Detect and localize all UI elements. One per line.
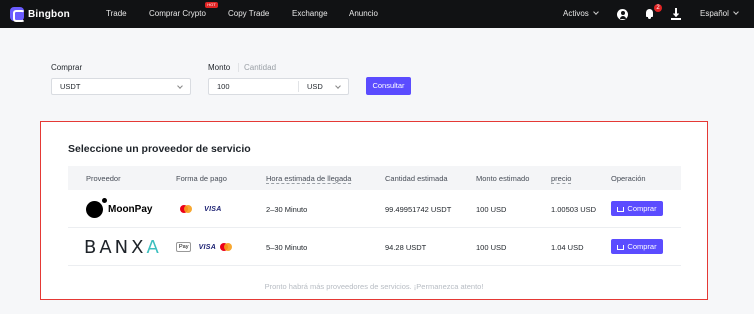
- applepay-icon: Pay: [176, 242, 192, 253]
- consult-button[interactable]: Consultar: [366, 77, 411, 95]
- price-cell: 1.00503 USD: [551, 205, 597, 214]
- buy-label: Comprar: [51, 63, 83, 72]
- language-menu[interactable]: Español: [700, 9, 739, 18]
- quantity-cell: 99.49951742 USDT: [385, 205, 452, 214]
- chevron-down-icon: [592, 9, 599, 15]
- amount-label: Monto: [208, 63, 231, 72]
- col-provider: Proveedor: [86, 174, 121, 183]
- quantity-cell: 94.28 USDT: [385, 243, 427, 252]
- assets-menu[interactable]: Activos: [563, 9, 599, 18]
- amount-input[interactable]: 100 USD: [208, 78, 349, 95]
- top-nav: Bingbon Trade Comprar Crypto HOT Copy Tr…: [0, 0, 754, 28]
- language-label: Español: [700, 9, 729, 18]
- brand-logo[interactable]: Bingbon: [10, 6, 70, 22]
- visa-icon: VISA: [198, 243, 217, 251]
- moonpay-logo: MoonPay: [86, 197, 153, 218]
- table-row: MoonPay VISA 2–30 Minuto 99.49951742 USD…: [68, 190, 681, 228]
- buy-button[interactable]: Comprar: [611, 239, 663, 254]
- providers-card: Seleccione un proveedor de servicio Prov…: [49, 128, 699, 295]
- banxa-logo: BANXA: [84, 237, 162, 258]
- cart-icon: [617, 207, 625, 212]
- eta-cell: 2–30 Minuto: [266, 205, 308, 214]
- crypto-select-value: USDT: [60, 82, 81, 91]
- col-price: precio: [551, 174, 572, 184]
- visa-icon: VISA: [204, 205, 222, 213]
- field-divider: [298, 81, 299, 92]
- amount-value: 100: [217, 82, 230, 91]
- download-icon[interactable]: [671, 8, 681, 20]
- buy-button[interactable]: Comprar: [611, 201, 663, 216]
- logo-icon: [10, 7, 25, 22]
- table-header: Proveedor Forma de pago Hora estimada de…: [68, 166, 681, 190]
- payment-methods: VISA: [180, 204, 222, 214]
- notification-badge: 2: [654, 4, 662, 12]
- providers-panel: Seleccione un proveedor de servicio Prov…: [40, 121, 708, 300]
- chevron-down-icon: [733, 9, 739, 15]
- brand-name: Bingbon: [28, 8, 70, 20]
- crypto-select[interactable]: USDT: [51, 78, 191, 95]
- col-eta: Hora estimada de llegada: [266, 174, 352, 184]
- nav-trade[interactable]: Trade: [106, 9, 127, 18]
- nav-copy-trade[interactable]: Copy Trade: [228, 9, 269, 18]
- buy-button-label: Comprar: [627, 242, 657, 251]
- nav-anuncio[interactable]: Anuncio: [349, 9, 378, 18]
- currency-select[interactable]: USD: [307, 79, 323, 94]
- buy-button-label: Comprar: [627, 204, 657, 213]
- label-divider: [238, 63, 239, 72]
- chevron-down-icon: [177, 83, 183, 89]
- col-payment: Forma de pago: [176, 174, 227, 183]
- footer-note: Pronto habrá más proveedores de servicio…: [264, 282, 484, 291]
- amount-cell: 100 USD: [476, 205, 507, 214]
- chevron-down-icon: [335, 83, 341, 89]
- assets-label: Activos: [563, 9, 589, 18]
- quantity-tab[interactable]: Cantidad: [244, 63, 276, 72]
- provider-name: MoonPay: [108, 203, 153, 215]
- table-row: BANXA Pay VISA 5–30 Minuto 94.28 USDT 10…: [68, 228, 681, 266]
- price-cell: 1.04 USD: [551, 243, 584, 252]
- providers-title: Seleccione un proveedor de servicio: [68, 143, 251, 155]
- col-amount: Monto estimado: [476, 174, 530, 183]
- user-icon[interactable]: [617, 9, 628, 20]
- nav-exchange[interactable]: Exchange: [292, 9, 328, 18]
- bell-icon[interactable]: [645, 9, 654, 19]
- hot-badge: HOT: [205, 2, 218, 8]
- mastercard-icon: [180, 205, 192, 214]
- cart-icon: [617, 245, 625, 250]
- col-operation: Operación: [611, 174, 646, 183]
- amount-cell: 100 USD: [476, 243, 507, 252]
- col-quantity: Cantidad estimada: [385, 174, 448, 183]
- mastercard-icon: [220, 243, 233, 252]
- payment-methods: Pay VISA: [176, 242, 233, 253]
- eta-cell: 5–30 Minuto: [266, 243, 308, 252]
- moonpay-icon: [86, 197, 107, 218]
- nav-comprar-crypto[interactable]: Comprar Crypto: [149, 9, 206, 18]
